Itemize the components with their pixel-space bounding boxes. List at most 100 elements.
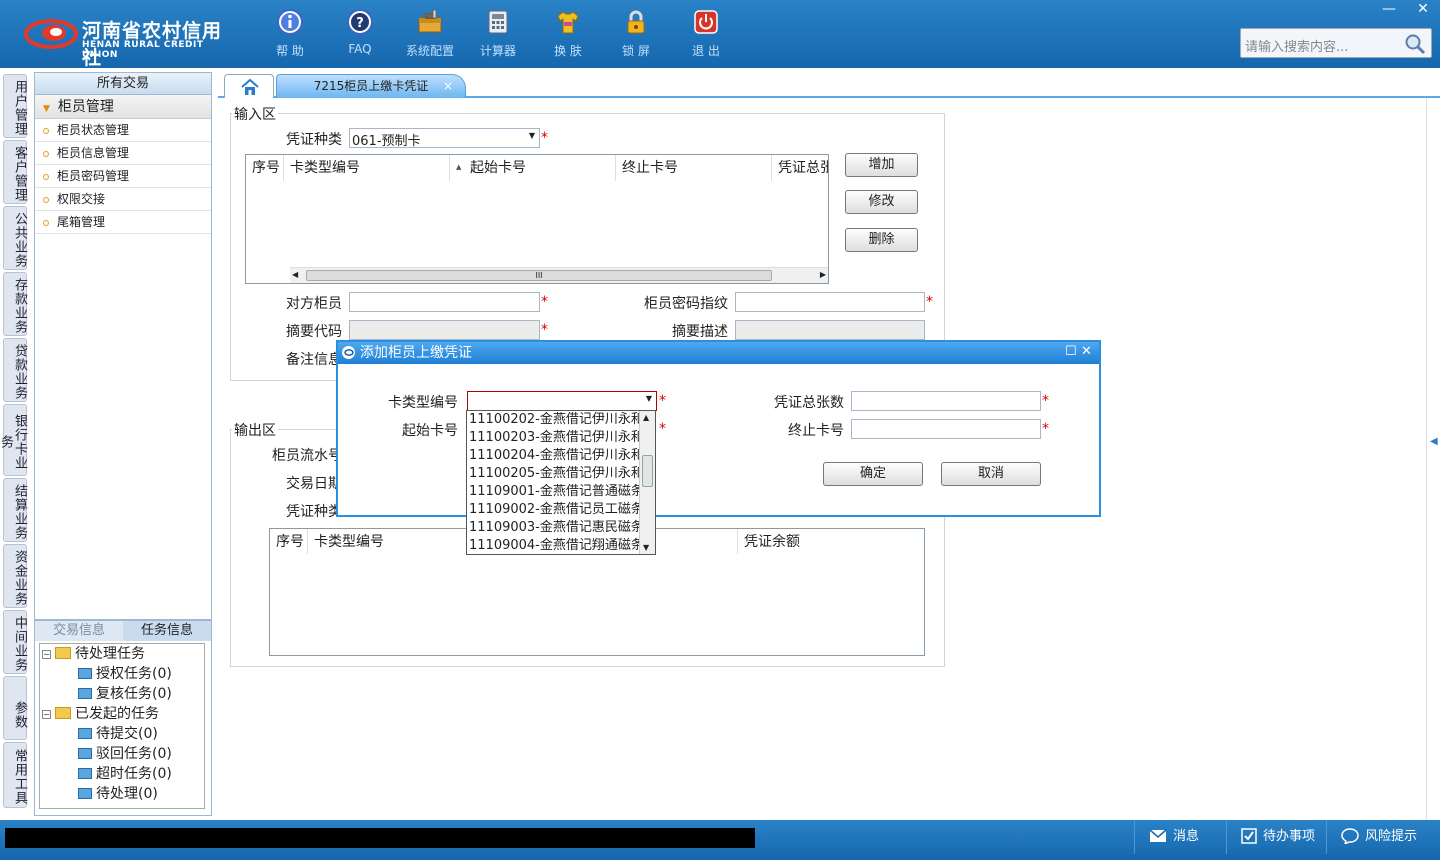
voucher-total-input[interactable] — [851, 391, 1041, 411]
minimize-button[interactable]: — — [1372, 0, 1406, 20]
scroll-thumb[interactable] — [642, 455, 653, 487]
nav-item-tail-box[interactable]: 尾箱管理 — [35, 211, 211, 234]
risk-alert-button[interactable]: 风险提示 — [1326, 820, 1440, 854]
dropdown-option[interactable]: 11109001-金燕借记普通磁条 — [467, 483, 639, 501]
maximize-icon[interactable]: ☐ — [1065, 345, 1077, 359]
delete-button[interactable]: 删除 — [845, 228, 918, 252]
card-type-dropdown-list[interactable]: 11100202-金燕借记伊川永和 11100203-金燕借记伊川永和 1110… — [466, 410, 656, 555]
search-icon[interactable] — [1403, 32, 1427, 56]
grid-header-card-type[interactable]: 卡类型编号 — [284, 155, 450, 181]
tab-settlement-business[interactable]: 结算业务 — [3, 478, 27, 542]
teller-pwd-fingerprint-input[interactable] — [735, 292, 925, 312]
scroll-left-icon[interactable]: ◀ — [292, 270, 298, 279]
close-tab-icon[interactable]: × — [443, 75, 453, 97]
calculator-icon — [488, 10, 508, 34]
tree-node-pending[interactable]: − 待处理任务 — [42, 644, 145, 664]
end-card-input[interactable] — [851, 419, 1041, 439]
task-icon — [78, 688, 92, 699]
folder-icon — [55, 707, 71, 719]
grid-header-start-card[interactable]: 起始卡号 — [450, 155, 616, 181]
collapse-icon[interactable]: − — [42, 650, 51, 659]
grid-header-end-card[interactable]: 终止卡号 — [616, 155, 772, 181]
dropdown-option[interactable]: 11109002-金燕借记员工磁条 — [467, 501, 639, 519]
tab-task-info[interactable]: 任务信息 — [123, 621, 211, 641]
calculator-button[interactable]: 计算器 — [468, 8, 528, 62]
voucher-type-select[interactable]: 061-预制卡 ▼ — [349, 128, 540, 149]
nav-group-teller-management[interactable]: ▼ 柜员管理 — [35, 95, 211, 119]
tab-public-business[interactable]: 公共业务 — [3, 206, 27, 270]
tab-intermediate-business[interactable]: 中间业务 — [3, 610, 27, 674]
todo-button[interactable]: 待办事项 — [1226, 820, 1326, 854]
transaction-nav-panel: 所有交易 ▼ 柜员管理 柜员状态管理 柜员信息管理 柜员密码管理 权限交接 尾箱管… — [34, 72, 212, 620]
nav-item-teller-status[interactable]: 柜员状态管理 — [35, 119, 211, 142]
close-icon[interactable]: ✕ — [1081, 345, 1092, 359]
counter-teller-input[interactable] — [349, 292, 540, 312]
tab-loan-business[interactable]: 贷款业务 — [3, 338, 27, 402]
dropdown-option[interactable]: 11109003-金燕借记惠民磁条 — [467, 519, 639, 537]
collapse-icon[interactable]: − — [42, 710, 51, 719]
collapse-arrow-icon[interactable]: ◀ — [1430, 436, 1438, 447]
scroll-right-icon[interactable]: ▶ — [820, 270, 826, 279]
dropdown-arrow-icon[interactable]: ▼ — [646, 394, 652, 403]
counter-teller-label: 对方柜员 — [286, 296, 342, 312]
ok-button[interactable]: 确定 — [823, 462, 923, 486]
tab-customer-management[interactable]: 客户管理 — [3, 140, 27, 204]
help-button[interactable]: 帮 助 — [260, 8, 320, 62]
summary-desc-input[interactable] — [735, 320, 925, 340]
right-collapse-grip[interactable]: ◀ — [1426, 98, 1440, 820]
system-config-button[interactable]: 系统配置 — [400, 8, 460, 62]
dropdown-option[interactable]: 11100202-金燕借记伊川永和 — [467, 411, 639, 429]
faq-button[interactable]: ? FAQ — [330, 8, 390, 62]
tab-fund-business[interactable]: 资金业务 — [3, 544, 27, 608]
cancel-button[interactable]: 取消 — [941, 462, 1041, 486]
edit-button[interactable]: 修改 — [845, 190, 918, 214]
dropdown-arrow-icon[interactable]: ▼ — [529, 131, 535, 140]
tree-node-to-process[interactable]: 待处理(0) — [78, 784, 158, 804]
summary-code-input[interactable] — [349, 320, 540, 340]
scroll-down-icon[interactable]: ▼ — [643, 543, 649, 552]
nav-item-permission-handover[interactable]: 权限交接 — [35, 188, 211, 211]
dropdown-option[interactable]: 11100205-金燕借记伊川永和 — [467, 465, 639, 483]
tab-parameters[interactable]: 参数 — [3, 676, 27, 740]
tab-user-management[interactable]: 用户管理 — [3, 74, 27, 138]
tree-node-authorize[interactable]: 授权任务(0) — [78, 664, 172, 684]
close-window-button[interactable]: ✕ — [1406, 0, 1440, 20]
scroll-thumb[interactable]: III — [306, 270, 772, 281]
dropdown-option[interactable]: 11109004-金燕借记翔通磁条 — [467, 537, 639, 554]
nav-item-teller-info[interactable]: 柜员信息管理 — [35, 142, 211, 165]
tree-node-to-submit[interactable]: 待提交(0) — [78, 724, 158, 744]
vertical-scrollbar[interactable]: ▲ ▼ — [639, 411, 655, 554]
grid-header-seq[interactable]: 序号 — [246, 155, 284, 181]
change-skin-button[interactable]: 换 肤 — [538, 8, 598, 62]
messages-button[interactable]: 消息 — [1134, 820, 1226, 854]
nav-item-teller-password[interactable]: 柜员密码管理 — [35, 165, 211, 188]
trade-date-label: 交易日期 — [286, 476, 342, 492]
tab-7215[interactable]: 7215柜员上缴卡凭证 × — [276, 74, 466, 98]
exit-button[interactable]: 退 出 — [676, 8, 736, 62]
dialog-app-icon — [342, 346, 355, 359]
horizontal-scrollbar[interactable]: ◀ III ▶ — [290, 267, 828, 283]
lock-screen-button[interactable]: 锁 屏 — [606, 8, 666, 62]
required-star: * — [1042, 421, 1049, 437]
add-button[interactable]: 增加 — [845, 153, 918, 177]
tree-node-timeout[interactable]: 超时任务(0) — [78, 764, 172, 784]
card-type-select[interactable]: ▼ — [467, 391, 657, 411]
tree-node-initiated[interactable]: − 已发起的任务 — [42, 704, 159, 724]
teller-serial-label: 柜员流水号 — [272, 448, 342, 464]
tab-bank-card-business[interactable]: 银行卡业务 — [0, 404, 27, 476]
dropdown-option[interactable]: 11100203-金燕借记伊川永和 — [467, 429, 639, 447]
tab-home[interactable] — [224, 74, 274, 98]
bullet-icon — [43, 127, 49, 134]
grid-header-total[interactable]: 凭证总张 — [772, 155, 828, 181]
tab-deposit-business[interactable]: 存款业务 — [3, 272, 27, 336]
tree-node-rejected[interactable]: 驳回任务(0) — [78, 744, 172, 764]
dropdown-option[interactable]: 11100204-金燕借记伊川永和 — [467, 447, 639, 465]
grid-header-seq[interactable]: 序号 — [270, 529, 308, 554]
search-input[interactable]: 请输入搜索内容... — [1240, 28, 1432, 58]
status-message-area — [5, 828, 755, 848]
scroll-up-icon[interactable]: ▲ — [643, 413, 649, 422]
tab-transaction-info[interactable]: 交易信息 — [35, 621, 123, 641]
tree-node-review[interactable]: 复核任务(0) — [78, 684, 172, 704]
tab-common-tools[interactable]: 常用工具 — [3, 742, 27, 808]
grid-header-voucher-balance[interactable]: 凭证余额 — [738, 529, 924, 554]
